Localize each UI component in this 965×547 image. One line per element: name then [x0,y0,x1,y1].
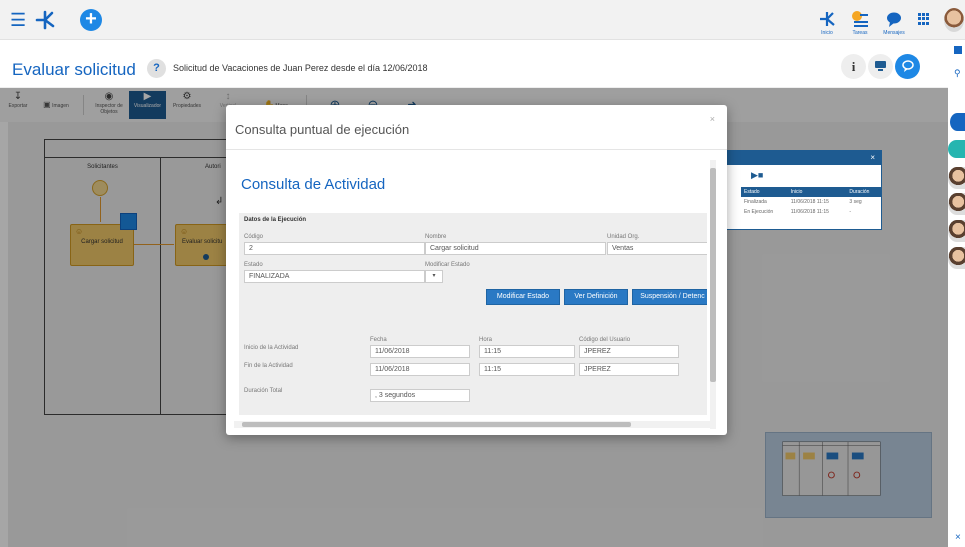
user-avatar[interactable] [944,8,964,32]
fin-fecha-field[interactable]: 11/06/2018 [370,363,470,376]
inicio-hora-field[interactable]: 11:15 [479,345,575,358]
table-row[interactable]: Finalizada 11/06/2018 11:15 3 seg [741,197,881,207]
inicio-fecha-field[interactable]: 11/06/2018 [370,345,470,358]
monitor-icon [875,61,886,71]
chat-button[interactable] [895,54,920,79]
menu-icon[interactable]: ☰ [10,11,26,29]
search-icon[interactable]: ⚲ [954,68,961,79]
fin-label: Fin de la Actividad [244,363,293,369]
nav-mensajes[interactable]: Mensajes [877,9,911,36]
unidad-label: Unidad Org. [607,234,640,240]
dialog-divider [226,149,727,150]
execution-table: Estado Inicio Duración Finalizada 11/06/… [741,187,881,217]
contact-avatar[interactable] [948,167,965,189]
help-button[interactable]: ? [147,59,166,78]
panel-close-button[interactable]: × [870,153,875,162]
chevron-down-icon: ▾ [432,273,436,279]
add-button[interactable]: + [80,9,102,31]
play-stop-icon[interactable]: ▶■ [751,170,763,181]
dialog-body: Consulta de Actividad Datos de la Ejecuc… [234,160,707,421]
contact-badge-icon[interactable] [948,140,965,158]
home-logo-icon [820,12,835,26]
execution-data-section: Datos de la Ejecución Código 2 Nombre Ca… [239,213,707,316]
column-header: Inicio [787,187,847,197]
codigo-label: Código [244,234,264,240]
modificar-estado-label: Modificar Estado [425,262,470,268]
table-cell: - [849,209,852,215]
contact-avatar[interactable] [948,220,965,242]
scrollbar-thumb[interactable] [242,422,631,427]
hora-label: Hora [479,337,493,343]
modify-state-button[interactable]: Modificar Estado [486,289,560,305]
usuario-label: Código del Usuario [579,337,631,343]
view-definition-button[interactable]: Ver Definición [564,289,628,305]
column-header: Estado [741,187,788,197]
column-header: Duración [846,187,881,197]
table-cell: 11/06/2018 11:15 [790,209,829,215]
inicio-usuario-field[interactable]: JPEREZ [579,345,679,358]
unidad-field[interactable]: Ventas [607,242,707,255]
execution-panel: × ▶■ Estado Inicio Duración Finalizada 1… [722,150,882,230]
table-cell: En Ejecución [744,209,774,215]
contact-avatar[interactable] [948,247,965,269]
section-title: Datos de la Ejecución [244,217,307,223]
modificar-estado-select[interactable]: ▾ [425,270,443,283]
nav-tareas[interactable]: Tareas [843,9,877,36]
nombre-label: Nombre [425,234,447,240]
dialog-title: Consulta puntual de ejecución [235,122,410,137]
table-cell: 3 seg [849,199,862,205]
nav-inicio-label: Inicio [821,30,833,36]
page-subtitle: Solicitud de Vacaciones de Juan Perez de… [173,63,428,73]
table-cell: Finalizada [744,199,767,205]
messages-icon [887,12,901,27]
nav-tareas-label: Tareas [852,30,868,36]
nombre-field[interactable]: Cargar solicitud [425,242,606,255]
apps-grid-icon[interactable] [918,13,930,25]
contact-avatar[interactable] [948,193,965,215]
close-icon[interactable]: × [955,532,961,543]
suspension-button[interactable]: Suspensión / Detenc [632,289,707,305]
estado-label: Estado [244,262,263,268]
scrollbar-thumb[interactable] [710,168,716,382]
info-button[interactable]: i [841,54,866,79]
horizontal-scrollbar[interactable] [234,421,710,428]
info-icon: i [851,59,856,74]
inicio-label: Inicio de la Actividad [244,345,299,351]
chat-icon [901,60,914,72]
table-cell: 11/06/2018 11:15 [790,199,829,205]
view-button[interactable] [868,54,893,79]
title-bar: Evaluar solicitud ? Solicitud de Vacacio… [0,40,948,88]
logo-icon[interactable] [34,9,56,31]
activity-heading: Consulta de Actividad [241,176,386,193]
group-logo-icon[interactable] [950,113,965,131]
top-bar: ☰ + Inicio Tareas Mensajes [0,0,965,40]
estado-field[interactable]: FINALIZADA [244,270,425,283]
panel-icon[interactable] [954,46,962,54]
nav-mensajes-label: Mensajes [883,30,905,36]
right-sidebar: ⚲ × [948,40,965,547]
tasks-icon [852,11,868,27]
codigo-field[interactable]: 2 [244,242,425,255]
table-row[interactable]: En Ejecución 11/06/2018 11:15 - [741,207,881,217]
duracion-field[interactable]: , 3 segundos [370,389,470,402]
dialog-close-button[interactable]: × [710,114,715,124]
timing-section: Fecha Hora Código del Usuario Inicio de … [239,312,707,415]
vertical-scrollbar[interactable] [710,160,716,429]
duracion-label: Duración Total [244,388,283,394]
fecha-label: Fecha [370,337,387,343]
page-title: Evaluar solicitud [12,60,136,79]
fin-usuario-field[interactable]: JPEREZ [579,363,679,376]
nav-inicio[interactable]: Inicio [810,9,844,36]
fin-hora-field[interactable]: 11:15 [479,363,575,376]
execution-query-dialog: Consulta puntual de ejecución × Consulta… [226,105,727,435]
execution-panel-header: × [723,151,881,165]
